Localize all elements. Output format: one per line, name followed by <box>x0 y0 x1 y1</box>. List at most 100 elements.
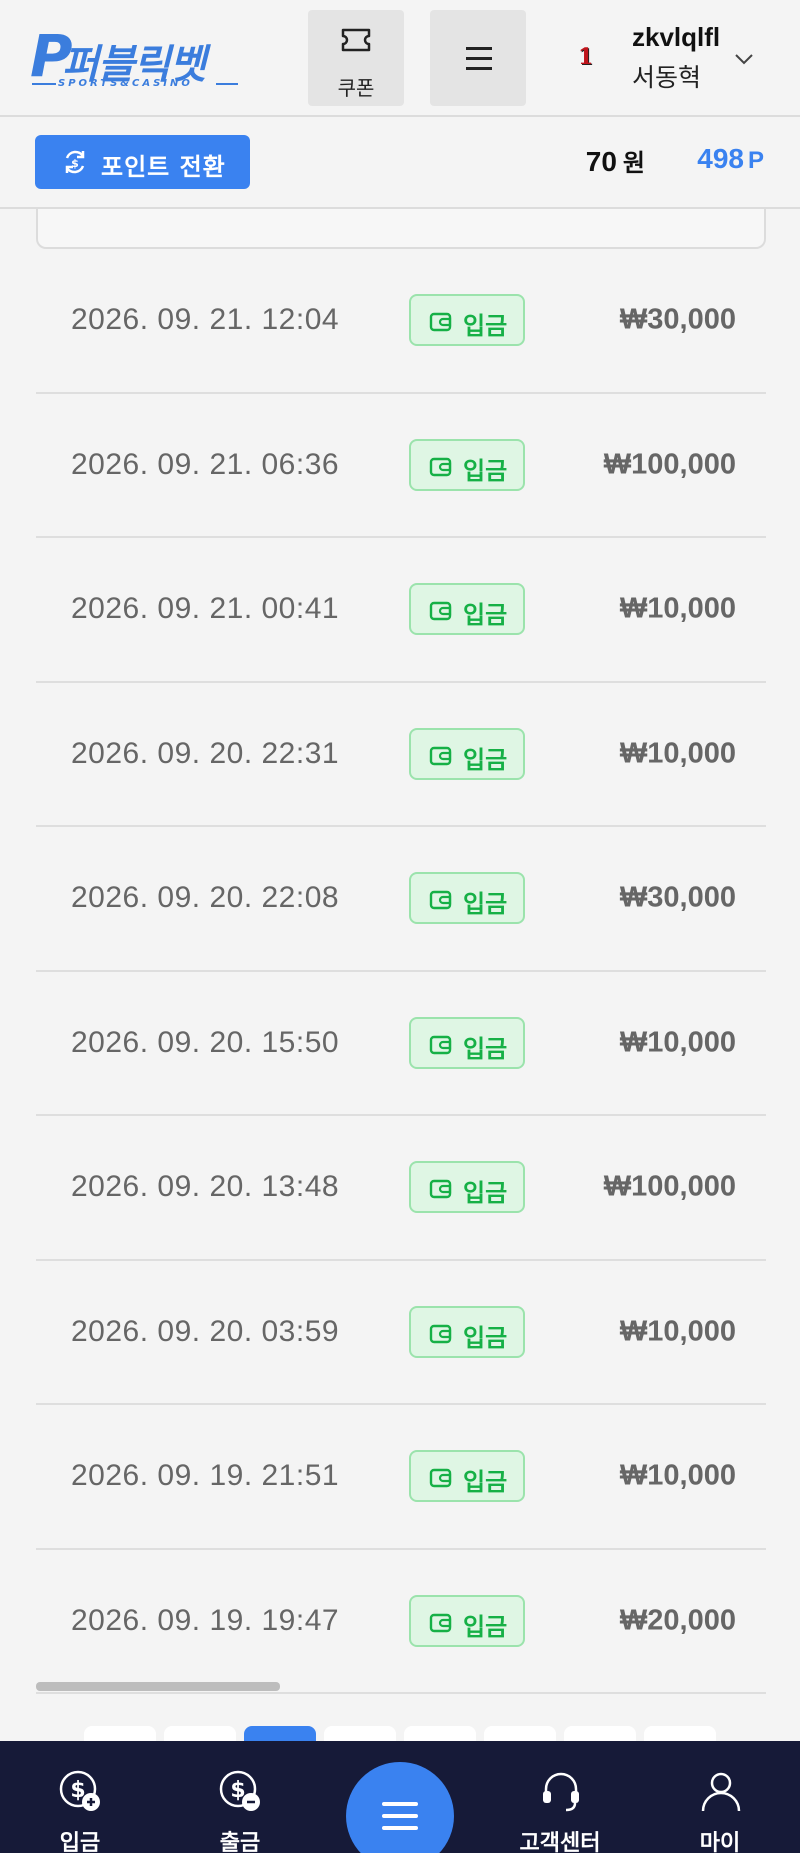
horizontal-scrollbar[interactable] <box>36 1682 280 1691</box>
transaction-type: 입금 <box>463 312 508 341</box>
transaction-amount: ₩10,000 <box>619 1315 736 1348</box>
hamburger-icon-bar <box>466 57 492 60</box>
ticket-icon <box>341 28 371 52</box>
deposit-type-badge: 입금 <box>409 1305 525 1358</box>
deposit-type-badge: 입금 <box>409 438 525 491</box>
headset-icon <box>543 1772 579 1812</box>
transaction-type: 입금 <box>463 1612 508 1641</box>
transaction-row: 2026. 09. 21. 06:36 입금 ₩100,000 <box>36 394 766 538</box>
money-value: 70 <box>585 146 617 177</box>
svg-text:$: $ <box>71 157 79 170</box>
table-header-remnant <box>36 209 766 249</box>
user-icon <box>701 1772 741 1812</box>
transaction-row: 2026. 09. 20. 15:50 입금 ₩10,000 <box>36 972 766 1116</box>
wallet-icon <box>429 457 452 476</box>
user-realname[interactable]: 서동혁 <box>632 58 701 94</box>
transaction-row: 2026. 09. 20. 03:59 입금 ₩10,000 <box>36 1261 766 1405</box>
transaction-amount: ₩100,000 <box>603 1170 736 1203</box>
transaction-row: 2026. 09. 20. 13:48 입금 ₩100,000 <box>36 1116 766 1261</box>
wallet-icon <box>429 1469 452 1488</box>
deposit-type-badge: 입금 <box>409 294 525 347</box>
logo-line-right <box>216 83 238 85</box>
deposit-type-badge: 입금 <box>409 1450 525 1503</box>
transaction-amount: ₩10,000 <box>619 1459 736 1492</box>
transaction-type: 입금 <box>463 456 508 485</box>
exchange-icon: $ <box>65 150 85 174</box>
transaction-type: 입금 <box>463 745 508 774</box>
transaction-date: 2026. 09. 20. 22:31 <box>71 736 340 770</box>
top-header: P 퍼블릭벳 SPORTS&CASINO 쿠폰 1 zkvlqlfl 서동혁 <box>0 0 800 117</box>
nav-withdraw[interactable]: $ 출금 <box>180 1741 300 1853</box>
transaction-date: 2026. 09. 20. 22:08 <box>71 881 340 915</box>
transaction-date: 2026. 09. 21. 12:04 <box>71 303 340 337</box>
hamburger-icon <box>382 1802 418 1806</box>
transaction-row: 2026. 09. 20. 22:08 입금 ₩30,000 <box>36 827 766 972</box>
deposit-type-badge: 입금 <box>409 1016 525 1069</box>
transaction-date: 2026. 09. 20. 13:48 <box>71 1170 340 1204</box>
transaction-row: 2026. 09. 19. 19:47 입금 ₩20,000 <box>36 1550 766 1694</box>
brand-logo[interactable]: P 퍼블릭벳 SPORTS&CASINO <box>30 22 238 92</box>
transaction-row: 2026. 09. 21. 12:04 입금 ₩30,000 <box>36 249 766 394</box>
transaction-row: 2026. 09. 21. 00:41 입금 ₩10,000 <box>36 538 766 683</box>
nav-my[interactable]: 마이 <box>660 1741 780 1853</box>
transaction-row: 2026. 09. 20. 22:31 입금 ₩10,000 <box>36 683 766 827</box>
wallet-icon <box>429 746 452 765</box>
transaction-amount: ₩100,000 <box>603 448 736 481</box>
point-convert-label: 포인트 전환 <box>101 153 226 181</box>
points-unit: P <box>747 147 764 174</box>
wallet-icon <box>429 1035 452 1054</box>
transaction-type: 입금 <box>463 1468 508 1497</box>
point-convert-button[interactable]: $ 포인트 전환 <box>35 135 250 189</box>
transaction-type: 입금 <box>463 1179 508 1208</box>
transaction-list: 2026. 09. 21. 12:04 입금 ₩30,000 2026. 09. 21… <box>36 249 766 1694</box>
coupon-button[interactable]: 쿠폰 <box>308 10 404 106</box>
hamburger-icon <box>466 47 492 50</box>
deposit-type-badge: 입금 <box>409 872 525 925</box>
deposit-type-badge: 입금 <box>409 727 525 780</box>
wallet-icon <box>429 1324 452 1343</box>
wallet-icon <box>429 602 452 621</box>
transaction-date: 2026. 09. 21. 00:41 <box>71 592 340 626</box>
transaction-amount: ₩10,000 <box>619 592 736 625</box>
logo-line-left <box>32 83 56 85</box>
transaction-type: 입금 <box>463 890 508 919</box>
transaction-date: 2026. 09. 19. 21:51 <box>71 1459 340 1493</box>
transaction-date: 2026. 09. 20. 15:50 <box>71 1025 340 1059</box>
chevron-down-icon[interactable] <box>734 52 754 66</box>
point-bar: $ 포인트 전환 70 원 498 P <box>0 117 800 209</box>
transaction-amount: ₩10,000 <box>619 1026 736 1059</box>
nav-deposit[interactable]: $ 입금 <box>20 1741 140 1853</box>
nav-support[interactable]: 고객센터 <box>500 1741 620 1853</box>
hamburger-icon-bar <box>382 1826 418 1830</box>
transaction-row: 2026. 09. 19. 21:51 입금 ₩10,000 <box>36 1405 766 1550</box>
wallet-icon <box>429 313 452 332</box>
transaction-date: 2026. 09. 20. 03:59 <box>71 1314 340 1348</box>
transaction-amount: ₩30,000 <box>619 303 736 336</box>
transaction-amount: ₩20,000 <box>619 1604 736 1637</box>
transaction-amount: ₩10,000 <box>619 737 736 770</box>
username[interactable]: zkvlqlfl <box>632 22 720 53</box>
transaction-amount: ₩30,000 <box>619 881 736 914</box>
transaction-type: 입금 <box>463 1034 508 1063</box>
transaction-type: 입금 <box>463 1323 508 1352</box>
transaction-type: 입금 <box>463 601 508 630</box>
nav-support-label: 고객센터 <box>519 1831 601 1853</box>
rank-badge: 1 <box>578 44 594 70</box>
money-unit: 원 <box>622 150 645 177</box>
wallet-icon <box>429 891 452 910</box>
money-balance: 70 원 <box>586 143 645 178</box>
wallet-icon <box>429 1613 452 1632</box>
nav-my-label: 마이 <box>699 1831 741 1853</box>
dollar-minus-icon: $ <box>219 1770 260 1811</box>
points-value: 498 <box>697 143 744 174</box>
deposit-type-badge: 입금 <box>409 1161 525 1214</box>
wallet-icon <box>429 1180 452 1199</box>
hamburger-icon-bar <box>382 1814 418 1818</box>
deposit-type-badge: 입금 <box>409 1594 525 1647</box>
logo-subtext: SPORTS&CASINO <box>58 78 193 89</box>
transaction-date: 2026. 09. 21. 06:36 <box>71 447 340 481</box>
menu-button[interactable] <box>430 10 526 106</box>
transaction-date: 2026. 09. 19. 19:47 <box>71 1603 340 1637</box>
nav-deposit-label: 입금 <box>59 1831 101 1853</box>
deposit-type-badge: 입금 <box>409 583 525 636</box>
